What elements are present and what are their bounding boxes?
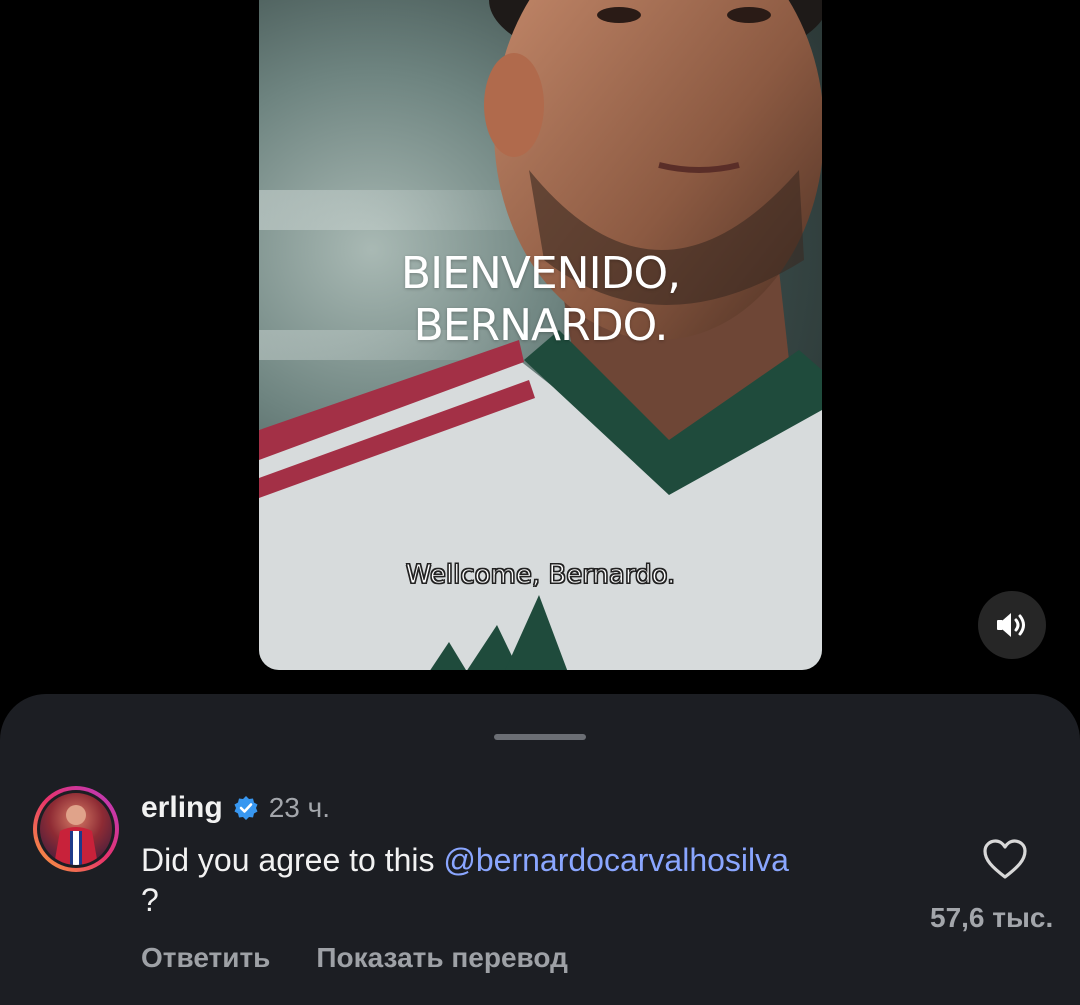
video-headline-line1: BIENVENIDO, bbox=[400, 248, 681, 299]
reply-button[interactable]: Ответить bbox=[141, 942, 270, 974]
like-count: 57,6 тыс. bbox=[930, 902, 1054, 933]
avatar[interactable] bbox=[33, 786, 119, 872]
heart-outline-icon[interactable] bbox=[982, 838, 1028, 880]
video-subtitle: Wellcome, Bernardo. bbox=[405, 560, 676, 591]
comment-text: Did you agree to this @bernardocarvalhos… bbox=[141, 840, 941, 920]
comment-actions: Ответить Показать перевод bbox=[141, 942, 568, 974]
avatar-photo bbox=[40, 793, 112, 865]
comments-sheet: erling 23 ч. Did you agree to this @bern… bbox=[0, 694, 1080, 1005]
comment-username[interactable]: erling bbox=[141, 791, 223, 825]
sheet-grabber-handle[interactable] bbox=[494, 734, 586, 740]
video-preview[interactable]: BIENVENIDO, BERNARDO. Wellcome, Bernardo… bbox=[259, 0, 822, 670]
avatar-figure bbox=[54, 805, 98, 865]
comment-body: Did you agree to this bbox=[141, 842, 444, 878]
verified-badge-icon bbox=[234, 796, 258, 820]
comment-time: 23 ч. bbox=[268, 792, 330, 823]
sound-toggle-button[interactable] bbox=[978, 591, 1046, 659]
video-headline: BIENVENIDO, BERNARDO. bbox=[259, 248, 822, 352]
avatar-ring-gap bbox=[37, 790, 115, 868]
comment-header: erling 23 ч. bbox=[141, 790, 330, 826]
comment-body-end: ? bbox=[141, 882, 159, 918]
video-headline-line2: BERNARDO. bbox=[413, 300, 669, 351]
comment-mention-link[interactable]: @bernardocarvalhosilva bbox=[443, 842, 789, 878]
speaker-on-icon bbox=[997, 613, 1025, 637]
show-translation-button[interactable]: Показать перевод bbox=[316, 942, 568, 974]
